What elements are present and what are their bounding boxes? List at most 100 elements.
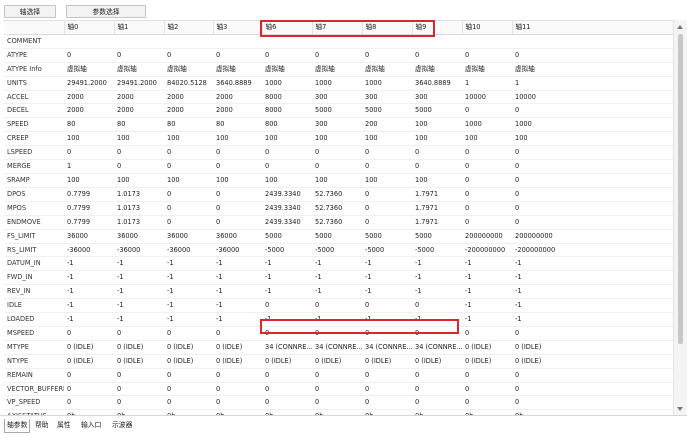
table-cell[interactable]: -1: [362, 284, 412, 300]
table-cell[interactable]: -1: [312, 270, 362, 286]
table-cell[interactable]: -1: [64, 298, 114, 314]
table-cell[interactable]: 0: [262, 368, 312, 383]
table-cell[interactable]: -200000000: [462, 243, 512, 258]
table-cell[interactable]: 100: [412, 173, 462, 188]
table-cell[interactable]: 10000: [512, 90, 673, 105]
table-cell[interactable]: 0: [412, 368, 462, 383]
table-cell[interactable]: 0: [362, 48, 412, 63]
table-cell[interactable]: -1: [512, 270, 673, 286]
table-cell[interactable]: 0: [312, 368, 362, 383]
table-cell[interactable]: 0: [412, 48, 462, 63]
table-cell[interactable]: 0: [462, 159, 512, 174]
table-cell[interactable]: 0: [213, 48, 262, 63]
table-cell[interactable]: 0: [362, 201, 412, 216]
table-cell[interactable]: 0: [462, 48, 512, 63]
table-cell[interactable]: 52.7360: [312, 215, 362, 230]
scroll-up-arrow-icon[interactable]: [677, 25, 683, 29]
table-cell[interactable]: 36000: [164, 229, 213, 244]
table-cell[interactable]: 100: [64, 173, 114, 188]
table-cell[interactable]: 0: [64, 48, 114, 63]
table-cell[interactable]: 29491.2000: [114, 76, 164, 91]
table-cell[interactable]: -1: [262, 284, 312, 300]
table-cell[interactable]: 2439.3340: [262, 215, 312, 230]
table-cell[interactable]: 0: [262, 298, 312, 314]
table-cell[interactable]: 2000: [114, 90, 164, 105]
table-cell[interactable]: 0: [164, 215, 213, 230]
column-header-axis[interactable]: 轴6: [262, 21, 313, 35]
table-cell[interactable]: 0 (IDLE): [462, 340, 512, 355]
table-cell[interactable]: 0: [312, 395, 362, 411]
table-cell[interactable]: 100: [312, 131, 362, 147]
table-cell[interactable]: 0: [362, 215, 412, 230]
table-cell[interactable]: 1000: [362, 76, 412, 91]
table-cell[interactable]: 0: [114, 48, 164, 63]
table-cell[interactable]: 80: [164, 117, 213, 133]
table-cell[interactable]: -1: [64, 256, 114, 272]
table-cell[interactable]: 0: [213, 201, 262, 216]
table-cell[interactable]: 1.7971: [412, 215, 462, 230]
column-header-axis[interactable]: 轴3: [213, 21, 263, 35]
table-cell[interactable]: 100: [114, 173, 164, 188]
table-cell[interactable]: 虚拟轴: [312, 62, 362, 77]
table-cell[interactable]: [362, 34, 412, 49]
table-cell[interactable]: 0: [362, 145, 412, 161]
table-cell[interactable]: 0: [362, 187, 412, 202]
table-cell[interactable]: -1: [312, 312, 362, 327]
table-cell[interactable]: 1.7971: [412, 187, 462, 202]
table-cell[interactable]: -1: [164, 256, 213, 272]
table-cell[interactable]: 34 (CONNRE...: [412, 340, 462, 355]
table-cell[interactable]: 0: [462, 103, 512, 119]
table-cell[interactable]: 0: [512, 159, 673, 174]
table-cell[interactable]: 0 (IDLE): [64, 354, 114, 369]
table-cell[interactable]: 1: [462, 76, 512, 91]
table-cell[interactable]: 0: [412, 395, 462, 411]
column-header-axis[interactable]: 轴0: [64, 21, 115, 35]
table-cell[interactable]: [262, 34, 312, 49]
table-cell[interactable]: -1: [462, 298, 512, 314]
table-cell[interactable]: 300: [312, 90, 362, 105]
table-cell[interactable]: 0: [512, 187, 673, 202]
table-cell[interactable]: 0: [114, 368, 164, 383]
param-select-button[interactable]: 参数选择: [66, 5, 146, 18]
table-cell[interactable]: -1: [64, 284, 114, 300]
table-cell[interactable]: 0: [362, 298, 412, 314]
table-cell[interactable]: 0: [164, 145, 213, 161]
table-cell[interactable]: 5000: [412, 103, 462, 119]
table-cell[interactable]: 0: [213, 368, 262, 383]
table-cell[interactable]: 0: [164, 395, 213, 411]
table-cell[interactable]: 300: [312, 117, 362, 133]
table-cell[interactable]: 0: [164, 326, 213, 341]
table-cell[interactable]: 52.7360: [312, 201, 362, 216]
table-cell[interactable]: -1: [412, 284, 462, 300]
table-cell[interactable]: 0: [412, 145, 462, 161]
table-cell[interactable]: 0 (IDLE): [213, 354, 262, 369]
table-cell[interactable]: 0: [412, 298, 462, 314]
table-cell[interactable]: 0: [64, 395, 114, 411]
table-cell[interactable]: 0: [312, 298, 362, 314]
table-cell[interactable]: 0 (IDLE): [312, 354, 362, 369]
table-cell[interactable]: 0: [462, 395, 512, 411]
table-cell[interactable]: 100: [362, 131, 412, 147]
table-cell[interactable]: [213, 34, 262, 49]
table-cell[interactable]: 2000: [213, 103, 262, 119]
table-cell[interactable]: 2439.3340: [262, 201, 312, 216]
table-cell[interactable]: 80: [64, 117, 114, 133]
table-cell[interactable]: 200: [362, 117, 412, 133]
table-cell[interactable]: 5000: [312, 103, 362, 119]
table-cell[interactable]: 80: [213, 117, 262, 133]
table-cell[interactable]: 100: [262, 131, 312, 147]
table-cell[interactable]: 2439.3340: [262, 187, 312, 202]
table-cell[interactable]: 8000: [262, 103, 312, 119]
table-cell[interactable]: 0: [64, 368, 114, 383]
table-cell[interactable]: 0: [262, 48, 312, 63]
table-cell[interactable]: 0: [213, 159, 262, 174]
table-cell[interactable]: -1: [462, 270, 512, 286]
table-cell[interactable]: -5000: [262, 243, 312, 258]
table-cell[interactable]: 1000: [512, 117, 673, 133]
table-cell[interactable]: 0: [262, 326, 312, 341]
column-header-axis[interactable]: 轴1: [114, 21, 165, 35]
table-cell[interactable]: 0 (IDLE): [213, 340, 262, 355]
table-cell[interactable]: 0: [512, 215, 673, 230]
table-cell[interactable]: 1000: [462, 117, 512, 133]
table-cell[interactable]: 80: [114, 117, 164, 133]
